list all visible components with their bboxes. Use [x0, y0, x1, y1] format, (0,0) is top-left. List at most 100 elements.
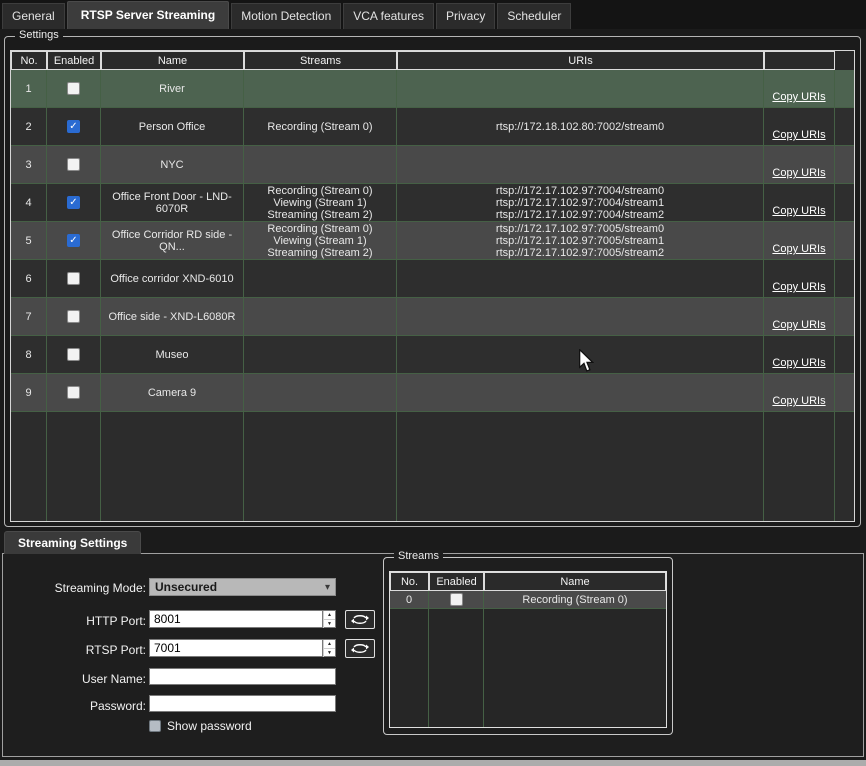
table-row[interactable]: 1RiverCopy URIs [11, 70, 854, 108]
camera-name-filler [101, 412, 244, 521]
uris-cell: rtsp://172.17.102.97:7005/stream0rtsp://… [397, 222, 764, 260]
copy-uris-link[interactable]: Copy URIs [772, 319, 825, 331]
row-filler [835, 70, 854, 108]
enabled-cell: ✓ [47, 222, 101, 260]
tab-motion-detection[interactable]: Motion Detection [231, 3, 341, 29]
table-row[interactable]: 8 Museo Copy URIs [11, 336, 854, 374]
stream-name-filler [484, 609, 666, 727]
show-password-label: Show password [167, 719, 252, 733]
column-header: Name [484, 572, 666, 591]
password-input[interactable] [149, 695, 336, 712]
streaming-settings-panel: Streaming Mode: Unsecured ▾ HTTP Port: ▲… [2, 553, 864, 757]
stream-row[interactable]: 0Recording (Stream 0) [390, 591, 666, 609]
enabled-checkbox[interactable] [67, 310, 80, 323]
enabled-checkbox[interactable] [67, 348, 80, 361]
row-filler [835, 222, 854, 260]
stream-number-filler [390, 609, 429, 727]
streams-cell: Recording (Stream 0)Viewing (Stream 1)St… [244, 222, 397, 260]
enabled-checkbox[interactable] [67, 158, 80, 171]
streaming-mode-select[interactable]: Unsecured ▾ [149, 578, 336, 596]
copy-uris-cell: Copy URIs [764, 108, 835, 146]
camera-name: NYC [101, 146, 244, 184]
column-header: No. [390, 572, 429, 591]
camera-name: Museo [101, 336, 244, 374]
uris-cell-filler [397, 412, 764, 521]
stream-name: Recording (Stream 0) [484, 591, 666, 609]
copy-uris-link[interactable]: Copy URIs [772, 129, 825, 141]
empty-table-area [11, 412, 854, 521]
copy-uris-link[interactable]: Copy URIs [772, 357, 825, 369]
column-header: Streams [244, 51, 397, 70]
copy-uris-link[interactable]: Copy URIs [772, 243, 825, 255]
uris-cell [397, 298, 764, 336]
row-number: 5 [11, 222, 47, 260]
copy-uris-link[interactable]: Copy URIs [772, 205, 825, 217]
camera-name: Office corridor XND-6010 [101, 260, 244, 298]
rtsp-port-input[interactable] [149, 639, 322, 657]
enabled-cell [47, 146, 101, 184]
settings-group-title: Settings [15, 29, 63, 41]
copy-uris-link[interactable]: Copy URIs [772, 167, 825, 179]
user-name-input[interactable] [149, 668, 336, 685]
stepper-up-icon[interactable]: ▲ [323, 611, 335, 620]
tab-general[interactable]: General [2, 3, 65, 29]
stepper-down-icon[interactable]: ▼ [323, 620, 335, 628]
streams-cell [244, 298, 397, 336]
table-row[interactable]: 2✓Person OfficeRecording (Stream 0)rtsp:… [11, 108, 854, 146]
table-row[interactable]: 3 NYC Copy URIs [11, 146, 854, 184]
table-row[interactable]: 7Office side - XND-L6080RCopy URIs [11, 298, 854, 336]
table-row[interactable]: 6Office corridor XND-6010Copy URIs [11, 260, 854, 298]
tab-streaming-settings[interactable]: Streaming Settings [4, 531, 141, 554]
copy-uris-cell: Copy URIs [764, 260, 835, 298]
window-bottom-edge [0, 760, 866, 766]
streams-groupbox: Streams No.EnabledName 0Recording (Strea… [383, 557, 673, 735]
stepper-down-icon[interactable]: ▼ [323, 649, 335, 657]
table-row[interactable]: 9Camera 9Copy URIs [11, 374, 854, 412]
empty-streams-area [390, 609, 666, 727]
enabled-checkbox[interactable]: ✓ [67, 196, 80, 209]
http-port-refresh-button[interactable] [345, 610, 375, 629]
rtsp-port-stepper[interactable]: ▲▼ [322, 639, 336, 657]
uris-cell: rtsp://172.17.102.97:7004/stream0rtsp://… [397, 184, 764, 222]
camera-name: Office side - XND-L6080R [101, 298, 244, 336]
show-password-checkbox[interactable] [149, 720, 161, 732]
uris-cell [397, 336, 764, 374]
http-port-input[interactable] [149, 610, 322, 628]
copy-uris-link[interactable]: Copy URIs [772, 395, 825, 407]
copy-uris-link[interactable]: Copy URIs [772, 281, 825, 293]
uris-cell [397, 374, 764, 412]
copy-uris-cell: Copy URIs [764, 298, 835, 336]
enabled-checkbox[interactable] [67, 386, 80, 399]
row-filler [835, 108, 854, 146]
tab-scheduler[interactable]: Scheduler [497, 3, 571, 29]
row-filler [835, 184, 854, 222]
stepper-up-icon[interactable]: ▲ [323, 640, 335, 649]
streams-table-header: No.EnabledName [390, 572, 666, 591]
http-port-stepper[interactable]: ▲▼ [322, 610, 336, 628]
table-row[interactable]: 4✓Office Front Door - LND-6070RRecording… [11, 184, 854, 222]
tab-vca-features[interactable]: VCA features [343, 3, 434, 29]
enabled-cell: ✓ [47, 108, 101, 146]
streams-cell [244, 70, 397, 108]
tab-rtsp-server-streaming[interactable]: RTSP Server Streaming [67, 1, 230, 29]
enabled-checkbox[interactable]: ✓ [67, 234, 80, 247]
copy-uris-cell: Copy URIs [764, 222, 835, 260]
enabled-checkbox[interactable] [67, 82, 80, 95]
column-header: Enabled [47, 51, 101, 70]
refresh-icon [351, 614, 369, 625]
enabled-cell [47, 298, 101, 336]
rtsp-port-refresh-button[interactable] [345, 639, 375, 658]
http-port-label: HTTP Port: [13, 614, 146, 628]
row-number: 8 [11, 336, 47, 374]
enabled-checkbox[interactable] [450, 593, 463, 606]
copy-uris-cell: Copy URIs [764, 336, 835, 374]
streams-cell [244, 146, 397, 184]
enabled-checkbox[interactable]: ✓ [67, 120, 80, 133]
row-number: 3 [11, 146, 47, 184]
copy-uris-link[interactable]: Copy URIs [772, 91, 825, 103]
enabled-checkbox[interactable] [67, 272, 80, 285]
table-row[interactable]: 5✓Office Corridor RD side - QN...Recordi… [11, 222, 854, 260]
tab-privacy[interactable]: Privacy [436, 3, 495, 29]
row-filler [835, 260, 854, 298]
cameras-table-body: 1RiverCopy URIs2✓Person OfficeRecording … [11, 70, 854, 521]
